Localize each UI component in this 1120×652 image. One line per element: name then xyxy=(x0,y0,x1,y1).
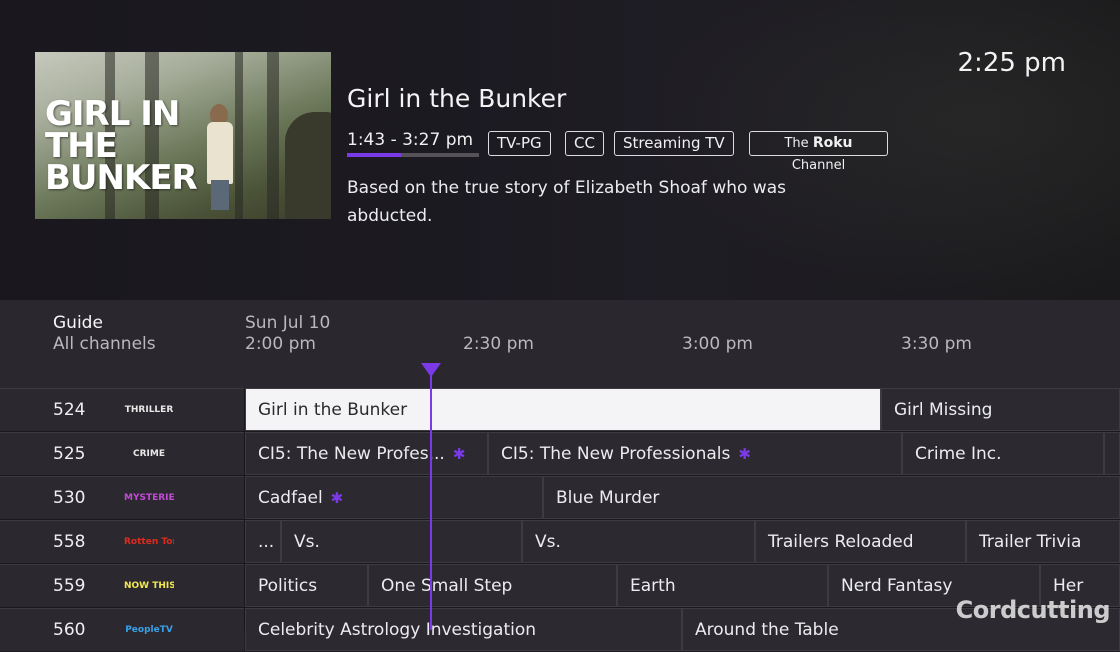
channel-badge-prefix: The xyxy=(784,136,809,151)
program-cell-title: Nerd Fantasy xyxy=(841,576,953,596)
guide-date: Sun Jul 10 xyxy=(245,313,331,333)
program-cell-title: One Small Step xyxy=(381,576,513,596)
time-slot-label: 2:00 pm xyxy=(245,334,316,354)
poster-girl xyxy=(211,180,229,210)
program-cell[interactable]: Earth xyxy=(617,564,828,607)
program-cell[interactable]: Crime Inc. xyxy=(902,432,1104,475)
program-cell[interactable]: One Small Step xyxy=(368,564,617,607)
guide-row: 560 PeopleTV Celebrity Astrology Investiga… xyxy=(0,608,1120,652)
poster-figure xyxy=(285,112,331,219)
program-cell[interactable]: Girl in the Bunker xyxy=(245,388,881,431)
channel-badge-suffix: Channel xyxy=(791,158,846,173)
program-title: Girl in the Bunker xyxy=(347,84,567,113)
program-cell[interactable]: Politics xyxy=(245,564,368,607)
program-cell-title: CI5: The New Profes... xyxy=(258,444,445,464)
channel-cell[interactable]: 524 THRILLER xyxy=(0,388,244,431)
guide-row: 530 MYSTERIES Cadfael ✱ Blue Murder xyxy=(0,476,1120,520)
poster-tree xyxy=(267,52,279,219)
channel-logo: NOW THIS xyxy=(124,581,174,591)
program-time-range: 1:43 - 3:27 pm xyxy=(347,130,474,150)
guide-row: 559 NOW THIS Politics One Small Step Earth Ne… xyxy=(0,564,1120,608)
program-cell[interactable]: ... xyxy=(245,520,281,563)
program-details-panel: GIRL IN THE BUNKER Girl in the Bunker 1:… xyxy=(0,0,1120,300)
program-cell-title: Cadfael xyxy=(258,488,323,508)
poster-girl xyxy=(207,122,233,184)
program-cell-title: Politics xyxy=(258,576,318,596)
guide-row: 524 THRILLER Girl in the Bunker Girl Missin… xyxy=(0,388,1120,432)
guide-filter[interactable]: All channels xyxy=(53,334,156,354)
program-poster: GIRL IN THE BUNKER xyxy=(35,52,331,219)
time-slot-label: 3:00 pm xyxy=(682,334,753,354)
channel-cell[interactable]: 559 NOW THIS xyxy=(0,564,244,607)
program-cell-title: Celebrity Astrology Investigation xyxy=(258,620,537,640)
channel-number: 525 xyxy=(53,444,86,464)
program-cell[interactable]: CI5: The New Professionals ✱ xyxy=(488,432,902,475)
program-cell-title: CI5: The New Professionals xyxy=(501,444,731,464)
guide-row: 525 CRIME CI5: The New Profes... ✱ CI5: The … xyxy=(0,432,1120,476)
channel-number: 558 xyxy=(53,532,86,552)
program-description: Based on the true story of Elizabeth Sho… xyxy=(347,178,786,226)
program-cell-title: Her xyxy=(1053,576,1084,596)
program-progress-bar xyxy=(347,153,479,157)
program-cell-title: ... xyxy=(258,532,275,552)
time-slot-label: 2:30 pm xyxy=(463,334,534,354)
program-cell-title: Around the Table xyxy=(695,620,839,640)
channel-number: 530 xyxy=(53,488,86,508)
cc-badge: CC xyxy=(565,131,604,156)
channel-logo: THRILLER xyxy=(124,405,174,415)
guide-grid: 524 THRILLER Girl in the Bunker Girl Missin… xyxy=(0,388,1120,651)
star-icon: ✱ xyxy=(330,489,344,507)
channel-cell[interactable]: 525 CRIME xyxy=(0,432,244,475)
program-cell-title: Trailer Trivia xyxy=(979,532,1082,552)
channel-number: 524 xyxy=(53,400,86,420)
channel-badge: The Roku Channel xyxy=(749,131,888,173)
channel-logo: CRIME xyxy=(133,449,165,459)
program-cell[interactable]: Cadfael ✱ xyxy=(245,476,543,519)
channel-number: 559 xyxy=(53,576,86,596)
program-cell-title: Blue Murder xyxy=(556,488,660,508)
channel-number: 560 xyxy=(53,620,86,640)
program-cell-title: Girl Missing xyxy=(894,400,993,420)
star-icon: ✱ xyxy=(452,445,466,463)
program-progress-fill xyxy=(347,153,402,157)
program-cell[interactable]: Blue Murder xyxy=(543,476,1120,519)
program-cell[interactable]: CI5: The New Profes... ✱ xyxy=(245,432,488,475)
star-icon: ✱ xyxy=(738,445,751,463)
channel-logo: PeopleTV xyxy=(125,625,173,635)
clock: 2:25 pm xyxy=(957,48,1066,78)
program-cell[interactable] xyxy=(1104,432,1120,475)
guide-header: Guide All channels Sun Jul 10 2:00 pm 2:… xyxy=(0,300,1120,388)
program-cell-title: Trailers Reloaded xyxy=(768,532,914,552)
channel-logo: MYSTERIES xyxy=(124,493,174,503)
watermark-logo: Cordcutting xyxy=(955,596,1111,624)
program-cell[interactable]: Vs. xyxy=(281,520,522,563)
program-cell[interactable]: Trailers Reloaded xyxy=(755,520,966,563)
program-cell-title: Crime Inc. xyxy=(915,444,1002,464)
guide-row: 558 Rotten Tomatoes... Vs. Vs. Trailers Relo… xyxy=(0,520,1120,564)
program-cell[interactable]: Girl Missing xyxy=(881,388,1120,431)
channel-cell[interactable]: 530 MYSTERIES xyxy=(0,476,244,519)
guide-title: Guide xyxy=(53,313,103,333)
channel-badge-brand: Roku xyxy=(812,135,853,151)
channel-logo: Rotten Tomatoes xyxy=(124,537,174,547)
program-cell[interactable]: Vs. xyxy=(522,520,755,563)
rating-badge: TV-PG xyxy=(488,131,551,156)
program-cell-title: Vs. xyxy=(294,532,320,552)
current-time-line xyxy=(430,372,432,630)
program-cell[interactable]: Trailer Trivia xyxy=(966,520,1120,563)
program-cell-title: Vs. xyxy=(535,532,561,552)
poster-title-logo: GIRL IN THE BUNKER xyxy=(45,94,198,198)
genre-badge: Streaming TV xyxy=(614,131,734,156)
channel-cell[interactable]: 558 Rotten Tomatoes xyxy=(0,520,244,563)
time-slot-label: 3:30 pm xyxy=(901,334,972,354)
program-cell-title: Earth xyxy=(630,576,676,596)
poster-tree xyxy=(235,52,243,219)
program-cell-title: Girl in the Bunker xyxy=(258,400,408,420)
